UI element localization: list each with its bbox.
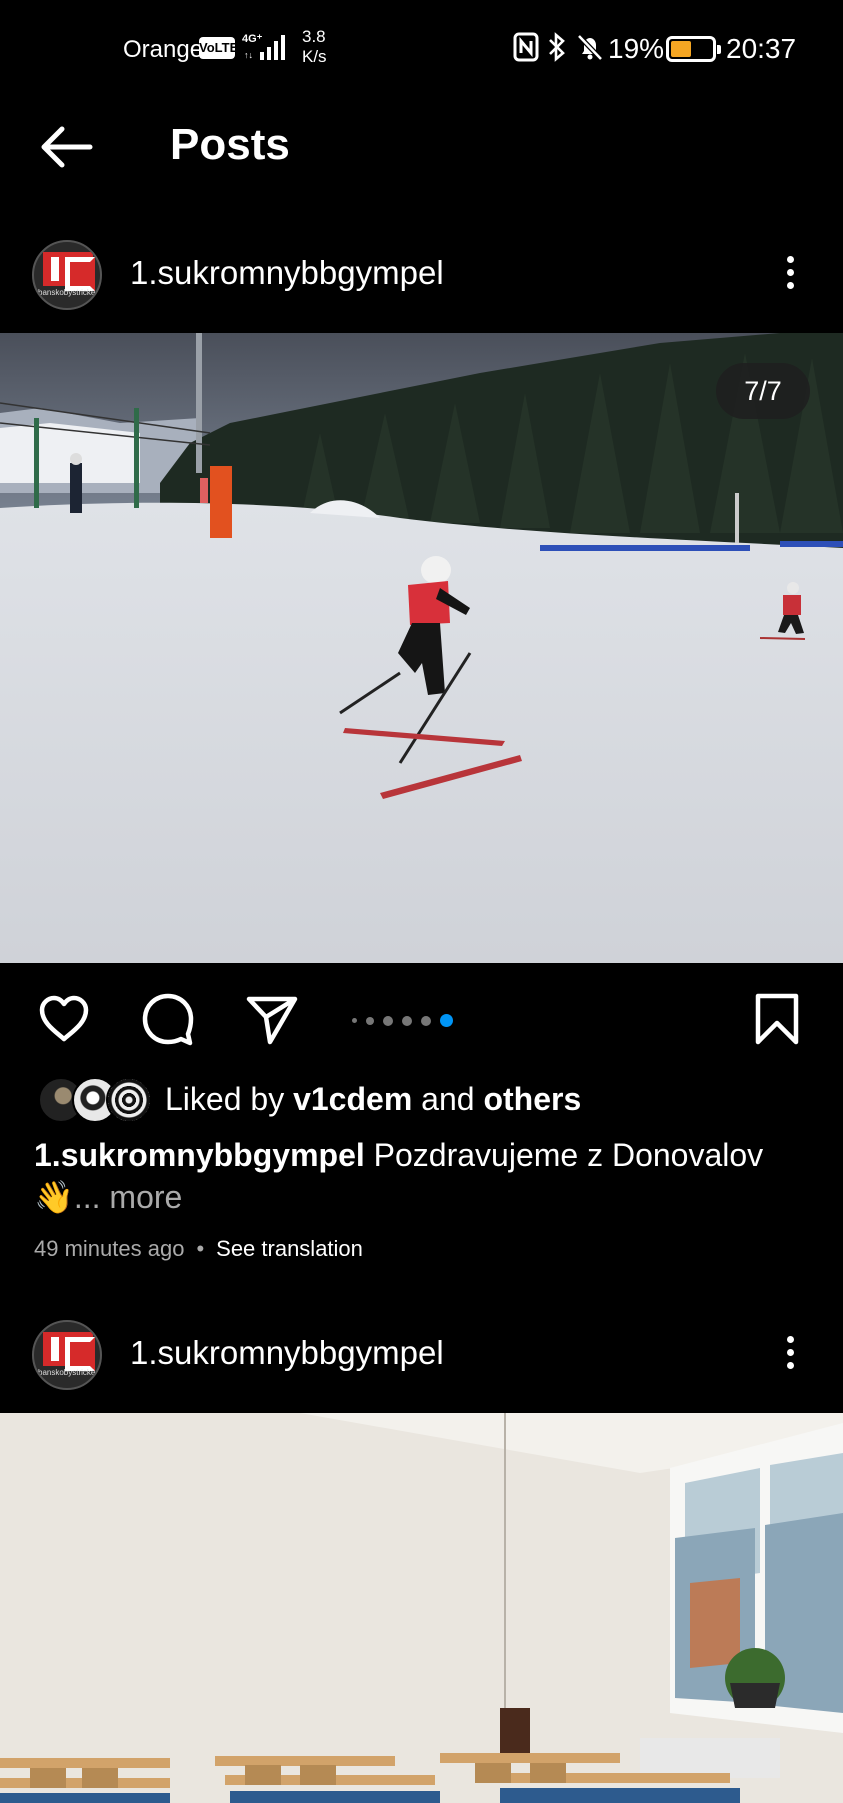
post-header: banskobystrické 1.sukromnybbgympel [0, 1304, 843, 1400]
status-bar: Orange VoLTE 4G⁺ ↑↓ 3.8 K/s 19% 20:37 [0, 0, 843, 100]
top-header: Posts [0, 100, 843, 200]
carousel-dot [383, 1015, 393, 1026]
clock: 20:37 [726, 33, 797, 64]
carousel-dot [402, 1015, 412, 1026]
more-link[interactable]: ... more [74, 1179, 182, 1215]
comment-icon[interactable] [140, 991, 196, 1047]
post-meta: 49 minutes ago • See translation [34, 1236, 363, 1262]
bookmark-icon[interactable] [749, 991, 805, 1047]
school-logo [43, 1332, 95, 1371]
caption-username[interactable]: 1.sukromnybbgympel [34, 1137, 365, 1173]
classroom-photo [0, 1413, 843, 1803]
liker-avatars [38, 1077, 152, 1123]
post-time: 49 minutes ago [34, 1236, 185, 1261]
liked-by-prefix: Liked by [165, 1081, 294, 1117]
network-speed: 3.8 K/s [302, 27, 327, 67]
battery-percent: 19% [608, 33, 665, 64]
signal-icon: 4G⁺ ↑↓ [242, 33, 285, 60]
avatar-logo-text: banskobystrické [38, 1368, 96, 1377]
share-icon[interactable] [244, 991, 300, 1047]
carousel-indicator [352, 1012, 462, 1028]
bell-muted-icon [577, 34, 603, 61]
ski-slope-photo [0, 333, 843, 963]
post-photo[interactable] [0, 1413, 843, 1803]
avatar [106, 1077, 152, 1123]
more-options-icon[interactable] [778, 252, 802, 296]
post-actions [0, 963, 843, 1073]
avatar[interactable]: banskobystrické [32, 1320, 102, 1390]
carousel-dot-active [440, 1014, 453, 1028]
carousel-dot [421, 1015, 431, 1026]
svg-text:4G⁺: 4G⁺ [242, 33, 263, 45]
bluetooth-icon [549, 32, 565, 62]
page-title: Posts [170, 120, 290, 169]
battery-icon [666, 36, 721, 62]
meta-separator: • [196, 1236, 205, 1261]
image-counter: 7/7 [716, 363, 810, 419]
liked-by-others[interactable]: others [483, 1081, 581, 1117]
caption-text: Pozdravujeme z Donovalov [364, 1137, 764, 1173]
liked-by-text: Liked by v1cdem and others [165, 1081, 581, 1118]
post-username[interactable]: 1.sukromnybbgympel [130, 254, 444, 292]
carousel-dot [352, 1018, 357, 1024]
likes-summary[interactable]: Liked by v1cdem and others [38, 1075, 838, 1125]
volte-badge: VoLTE [199, 37, 238, 59]
avatar[interactable]: banskobystrické [32, 240, 102, 310]
post-header: banskobystrické 1.sukromnybbgympel [0, 224, 843, 320]
wave-emoji: 👋 [34, 1179, 74, 1215]
nfc-icon [513, 32, 539, 62]
liked-by-user[interactable]: v1cdem [293, 1081, 412, 1117]
post-photo[interactable]: 7/7 [0, 333, 843, 963]
more-options-icon[interactable] [778, 1332, 802, 1376]
carrier-label: Orange [123, 36, 204, 63]
speed-unit: K/s [302, 47, 327, 66]
post-username[interactable]: 1.sukromnybbgympel [130, 1334, 444, 1372]
heart-icon[interactable] [36, 991, 92, 1047]
svg-text:↑↓: ↑↓ [244, 50, 253, 60]
battery-fill [671, 41, 691, 57]
liked-by-and: and [412, 1081, 484, 1117]
school-logo [43, 252, 95, 291]
post-caption: 1.sukromnybbgympel Pozdravujeme z Donova… [34, 1134, 824, 1218]
speed-value: 3.8 [302, 27, 326, 46]
see-translation-link[interactable]: See translation [216, 1236, 363, 1261]
carousel-dot [366, 1016, 374, 1025]
back-arrow-icon[interactable] [36, 122, 96, 172]
avatar-logo-text: banskobystrické [38, 288, 96, 297]
